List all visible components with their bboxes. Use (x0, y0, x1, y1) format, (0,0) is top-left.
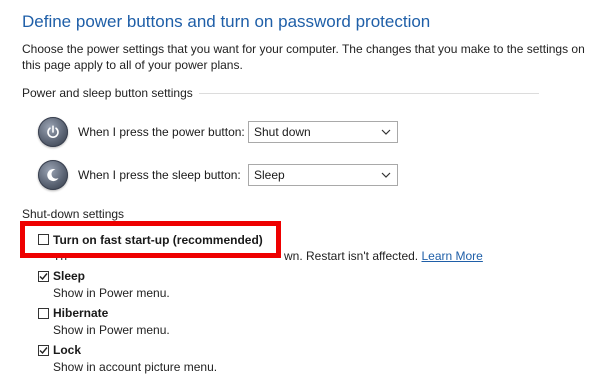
sleep-button-label: When I press the sleep button: (78, 168, 241, 182)
power-button-row: When I press the power button: Shut down (38, 117, 398, 147)
fast-startup-label: Turn on fast start-up (recommended) (53, 232, 263, 247)
lock-label: Lock (53, 343, 82, 357)
sleep-button-dropdown-value: Sleep (254, 168, 285, 182)
sleep-option: Sleep Show in Power menu. (38, 268, 170, 300)
checkmark-icon (39, 272, 48, 280)
fast-startup-highlight: Turn on fast start-up (recommended) (20, 221, 281, 258)
power-sleep-header-label: Power and sleep button settings (22, 86, 193, 100)
lock-description: Show in account picture menu. (53, 360, 218, 374)
sleep-moon-icon (38, 160, 68, 190)
chevron-down-icon (381, 172, 391, 178)
hibernate-description: Show in Power menu. (53, 323, 170, 337)
lock-checkbox[interactable] (38, 344, 49, 356)
checkmark-icon (39, 346, 48, 354)
learn-more-link[interactable]: Learn More (421, 249, 482, 263)
fast-startup-checkbox[interactable] (38, 234, 49, 245)
sleep-description: Show in Power menu. (53, 286, 170, 300)
power-sleep-section-header: Power and sleep button settings (22, 86, 539, 100)
sleep-button-row: When I press the sleep button: Sleep (38, 160, 398, 190)
shutdown-section-header: Shut-down settings (22, 207, 124, 221)
page-description: Choose the power settings that you want … (22, 42, 585, 72)
page-title: Define power buttons and turn on passwor… (22, 12, 431, 31)
power-button-dropdown[interactable]: Shut down (248, 121, 398, 143)
lock-option: Lock Show in account picture menu. (38, 342, 217, 374)
shutdown-header-label: Shut-down settings (22, 207, 125, 221)
power-button-icon (38, 117, 68, 147)
hibernate-label: Hibernate (53, 306, 109, 320)
power-button-dropdown-value: Shut down (254, 125, 311, 139)
fast-startup-description-end: wn. Restart isn't affected. Learn More (284, 249, 483, 263)
fast-startup-description-tail: wn. Restart isn't affected. (284, 249, 419, 263)
hibernate-option: Hibernate Show in Power menu. (38, 305, 170, 337)
hibernate-checkbox[interactable] (38, 307, 49, 319)
sleep-label: Sleep (53, 269, 86, 283)
section-divider (198, 92, 539, 94)
fast-startup-option[interactable]: Turn on fast start-up (recommended) (38, 232, 263, 248)
power-button-label: When I press the power button: (78, 125, 245, 139)
sleep-button-dropdown[interactable]: Sleep (248, 164, 398, 186)
chevron-down-icon (381, 129, 391, 135)
sleep-checkbox[interactable] (38, 270, 49, 282)
